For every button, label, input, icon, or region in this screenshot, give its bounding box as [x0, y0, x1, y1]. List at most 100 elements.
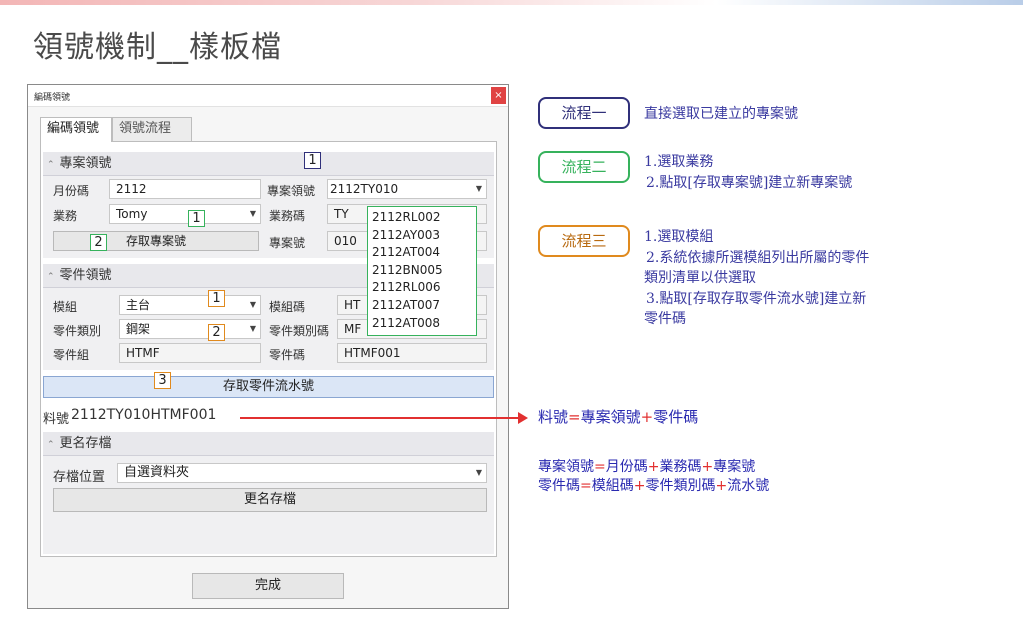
dropdown-option[interactable]: 2112AT007 — [372, 297, 472, 315]
formula-term: 專案領號 — [580, 408, 641, 426]
part-code-label: 零件碼 — [269, 348, 306, 362]
part-group-field: HTMF — [119, 343, 261, 363]
dropdown-option[interactable]: 2112AY003 — [372, 227, 472, 245]
business-value: Tomy — [116, 207, 148, 221]
save-location-value: 自選資料夾 — [124, 465, 190, 480]
encoding-dialog: 編碼領號 × 編碼領號 領號流程 ⌃ 專案領號 月份碼 2112 專案領號 211… — [27, 84, 509, 609]
save-location-label: 存檔位置 — [53, 470, 106, 485]
flow-line: 1.選取業務 — [644, 154, 714, 170]
flow-line: 3.點取[存取存取零件流水號]建立新 — [646, 290, 867, 307]
collapse-chevron-icon: ⌃ — [47, 272, 55, 282]
formula-operator: + — [640, 408, 654, 426]
part-section-title: 零件領號 — [59, 268, 112, 283]
formula-operator: = — [594, 459, 606, 475]
formula-term: 流水號 — [727, 478, 770, 494]
module-value: 主台 — [126, 298, 151, 312]
module-code-label: 模組碼 — [269, 300, 306, 314]
tab-encoding[interactable]: 編碼領號 — [40, 117, 112, 142]
formula-operator: + — [715, 478, 728, 494]
dropdown-option[interactable]: 2112BN005 — [372, 262, 472, 280]
formula-term: 專案號 — [713, 459, 756, 475]
flow-line: 類別清單以供選取 — [644, 270, 756, 286]
dropdown-arrow-icon: ▼ — [475, 184, 482, 193]
material-number-value: 2112TY010HTMF001 — [71, 407, 217, 423]
dialog-titlebar: 編碼領號 × — [28, 85, 508, 107]
step-marker: 2 — [90, 234, 107, 251]
formula-term: 專案領號 — [538, 459, 594, 475]
formula-operator: = — [568, 408, 581, 426]
step-marker: 2 — [208, 324, 225, 341]
formula-term: 模組碼 — [591, 478, 634, 494]
formula-operator: = — [580, 478, 592, 494]
project-formula: 專案領號=月份碼+業務碼+專案號 — [538, 458, 755, 476]
tab-flow[interactable]: 領號流程 — [112, 117, 192, 141]
business-code-label: 業務碼 — [269, 209, 306, 223]
dropdown-option[interactable]: 2112RL002 — [372, 209, 472, 227]
dropdown-option[interactable]: 2112AT008 — [372, 315, 472, 333]
dropdown-arrow-icon: ▼ — [249, 324, 256, 333]
step-marker: 1 — [208, 290, 225, 307]
rename-section-title: 更名存檔 — [59, 436, 112, 451]
formula-term: 業務碼 — [659, 459, 702, 475]
part-category-code-label: 零件類別碼 — [269, 324, 330, 338]
flow-three-text: 1.選取模組 2.系統依據所選模組列出所屬的零件 類別清單以供選取 3.點取[存… — [644, 227, 869, 330]
flow-two-text: 1.選取業務 2.點取[存取專案號]建立新專案號 — [644, 152, 852, 193]
fetch-serial-button[interactable]: 存取零件流水號 — [43, 376, 494, 398]
formula-term: 零件碼 — [653, 408, 699, 426]
part-category-combo[interactable]: 鋼架 ▼ — [119, 319, 261, 339]
rename-section-body: 存檔位置 自選資料夾 ▼ 更名存檔 — [43, 456, 494, 554]
project-code-combo[interactable]: 2112TY010 ▼ — [327, 179, 487, 199]
dropdown-arrow-icon: ▼ — [249, 209, 256, 218]
formula-term: 月份碼 — [605, 459, 648, 475]
done-button[interactable]: 完成 — [192, 573, 344, 599]
pointer-arrow-icon — [240, 412, 528, 424]
module-label: 模組 — [53, 300, 78, 314]
rename-section-header[interactable]: ⌃ 更名存檔 — [43, 432, 494, 456]
top-accent-bar — [0, 0, 1023, 5]
project-number-label: 專案號 — [269, 236, 306, 250]
flow-line: 零件碼 — [644, 311, 686, 327]
month-code-field[interactable]: 2112 — [109, 179, 261, 199]
part-category-label: 零件類別 — [53, 324, 102, 338]
collapse-chevron-icon: ⌃ — [47, 160, 55, 170]
flow-one-box: 流程一 — [538, 97, 630, 129]
flow-line: 1.選取模組 — [644, 229, 714, 245]
project-code-value: 2112TY010 — [330, 182, 399, 196]
material-formula: 料號=專案領號+零件碼 — [538, 408, 698, 426]
dropdown-option[interactable]: 2112RL006 — [372, 279, 472, 297]
project-section-header[interactable]: ⌃ 專案領號 — [43, 152, 494, 176]
month-code-label: 月份碼 — [53, 184, 90, 198]
module-combo[interactable]: 主台 ▼ — [119, 295, 261, 315]
rename-save-button[interactable]: 更名存檔 — [53, 488, 487, 512]
formula-term: 零件類別碼 — [645, 478, 716, 494]
flow-two-box: 流程二 — [538, 151, 630, 183]
formula-term: 零件碼 — [538, 478, 580, 494]
part-formula: 零件碼=模組碼+零件類別碼+流水號 — [538, 477, 769, 495]
fetch-project-button[interactable]: 存取專案號 — [53, 231, 259, 251]
slide-title: 領號機制__樣板檔 — [33, 30, 282, 65]
close-icon[interactable]: × — [491, 87, 506, 104]
step-marker: 1 — [304, 152, 321, 169]
flow-line: 2.點取[存取專案號]建立新專案號 — [646, 174, 853, 191]
step-marker: 3 — [154, 372, 171, 389]
collapse-chevron-icon: ⌃ — [47, 440, 55, 450]
dropdown-option[interactable]: 2112AT004 — [372, 244, 472, 262]
formula-operator: + — [647, 459, 660, 475]
flow-line: 直接選取已建立的專案號 — [644, 106, 798, 122]
business-combo[interactable]: Tomy ▼ — [109, 204, 261, 224]
tab-panel: ⌃ 專案領號 月份碼 2112 專案領號 2112TY010 ▼ 業務 Tomy … — [40, 141, 497, 557]
formula-term: 料號 — [538, 408, 569, 426]
dialog-title: 編碼領號 — [34, 93, 71, 103]
project-section-title: 專案領號 — [59, 156, 112, 171]
dropdown-arrow-icon: ▼ — [249, 300, 256, 309]
flow-one-text: 直接選取已建立的專案號 — [644, 104, 798, 125]
part-group-label: 零件組 — [53, 348, 90, 362]
part-category-value: 鋼架 — [126, 322, 151, 336]
formula-operator: + — [633, 478, 646, 494]
dropdown-arrow-icon: ▼ — [475, 468, 482, 477]
step-marker: 1 — [188, 210, 205, 227]
material-number-label: 料號 — [43, 412, 70, 427]
part-code-field: HTMF001 — [337, 343, 487, 363]
save-location-combo[interactable]: 自選資料夾 ▼ — [117, 463, 487, 483]
flow-three-box: 流程三 — [538, 225, 630, 257]
